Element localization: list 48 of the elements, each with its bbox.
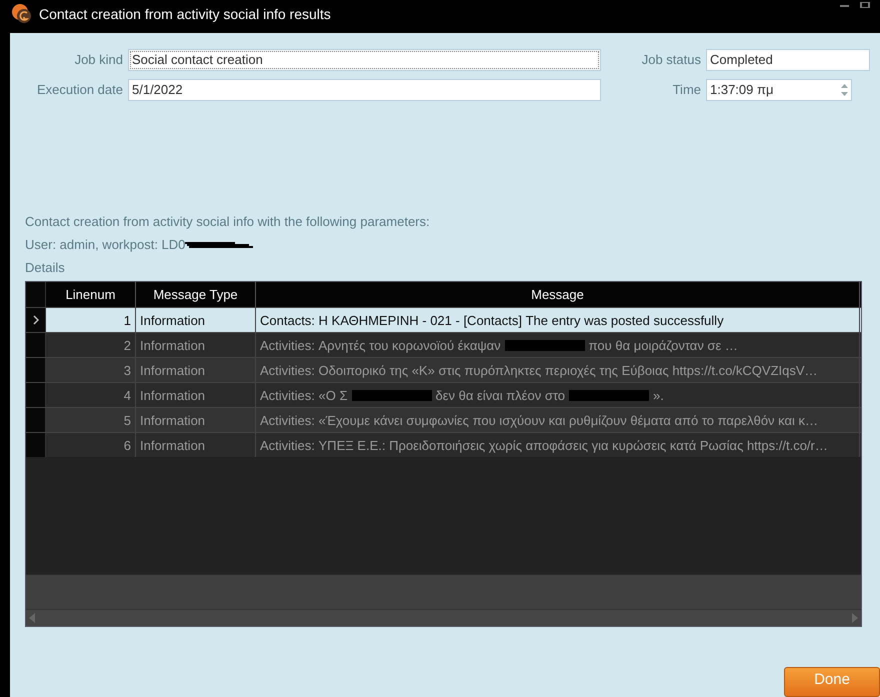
execution-date-field[interactable]: 5/1/2022 [128, 78, 601, 100]
scroll-left-icon[interactable] [29, 613, 35, 623]
table-cell: 3 [124, 362, 131, 378]
table-cell: Information [140, 412, 206, 428]
table-cell: Activities: ΥΠΕΞ Ε.Ε.: Προειδοποιήσεις χωρίς αποφάσεις για κυρώσεις κατά Ρωσίας https://t.co/r… [260, 438, 828, 452]
app-logo-icon [11, 3, 33, 25]
field-label: Execution date [36, 82, 124, 97]
job-kind-field[interactable]: Social contact creation [128, 48, 601, 70]
time-field[interactable]: 1:37:09 πμ [706, 78, 852, 100]
table-cell: Information [140, 438, 206, 452]
table-cell: που θα μοιράζονταν σε … [588, 338, 738, 352]
user-text: User: admin, workpost: LD0 [25, 236, 186, 254]
redaction-mark [185, 240, 254, 248]
table-cell: Information [140, 312, 206, 328]
table-row[interactable]: 5 Information Activities: «Έχουμε κάνει συμφωνίες που ισχύουν και ρυθμίζουν θέματα από το παρελθόν και κ… [26, 407, 861, 432]
table-cell: 4 [124, 388, 131, 402]
table-cell: Contacts: Η ΚΑΘΗΜΕΡΙΝΗ - 021 - [Contacts] The entry was posted successfully [260, 312, 724, 328]
maximize-icon[interactable] [860, 2, 870, 8]
table-cell: δεν θα είναι πλέον στο [436, 388, 566, 402]
table-cell: 2 [124, 338, 131, 352]
table-cell: Activities: «Έχουμε κάνει συμφωνίες που ισχύουν και ρυθμίζουν θέματα από το παρελθόν και κ… [260, 412, 818, 428]
table-cell: Information [140, 362, 206, 378]
table-row[interactable]: 4 Information Activities: «Ο Σ δεν θα είναι πλέον στο ». [26, 382, 861, 407]
parameters-text: Contact creation from activity social info with the following parameters: [25, 213, 430, 231]
table-cell: 5 [124, 412, 131, 428]
table-cell: Information [140, 338, 206, 352]
table-row[interactable]: 1 Information Contacts: Η ΚΑΘΗΜΕΡΙΝΗ - 021 - [Contacts] The entry was posted successfully [26, 307, 861, 332]
field-label: Time [672, 82, 702, 97]
table-cell: 6 [124, 438, 131, 452]
table-row[interactable]: 6 Information Activities: ΥΠΕΞ Ε.Ε.: Προειδοποιήσεις χωρίς αποφάσεις για κυρώσεις κατά Ρωσίας https://t.co/r… [26, 432, 861, 457]
minimize-icon[interactable] [840, 2, 850, 8]
table-cell: 1 [124, 312, 131, 328]
table-row[interactable]: 3 Information Activities: Οδοιπορικό της «Κ» στις πυρόπληκτες περιοχές της Εύβοιας https://t.co/kCQVZIqsV… [26, 357, 861, 382]
table-cell: Activities: Οδοιπορικό της «Κ» στις πυρόπληκτες περιοχές της Εύβοιας https://t.co/kCQVZIqsV… [260, 362, 818, 378]
chevron-icon [32, 315, 38, 325]
scroll-right-icon[interactable] [852, 613, 858, 623]
table-row[interactable]: 2 Information Activities: Αρνητές του κορωνοϊού έκαψαν που θα μοιράζονταν σε … [26, 332, 861, 357]
field-label: Job status [640, 52, 702, 67]
window-title: Contact creation from activity social info results [39, 6, 331, 22]
field-label: Job kind [74, 52, 124, 67]
job-status-field[interactable]: Completed [706, 48, 870, 70]
details-label: Details [25, 259, 65, 277]
horizontal-scrollbar[interactable] [26, 609, 861, 626]
spinner-icon[interactable] [841, 82, 848, 96]
table-cell: Information [140, 388, 206, 402]
table-cell: ». [653, 388, 664, 402]
table-cell: Activities: «Ο Σ [260, 388, 348, 402]
table-cell: Activities: Αρνητές του κορωνοϊού έκαψαν [260, 338, 501, 352]
